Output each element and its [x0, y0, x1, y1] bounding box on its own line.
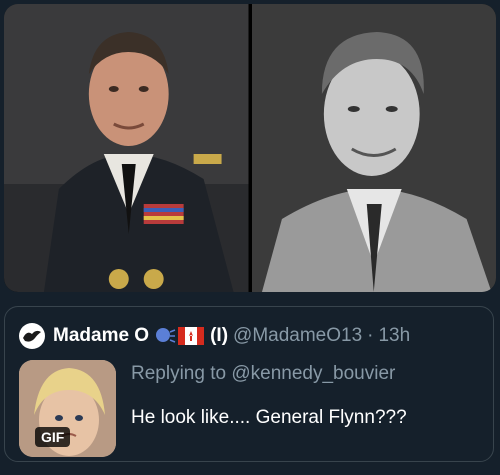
gif-badge: GIF — [35, 427, 71, 447]
author-display-name[interactable]: Madame O — [53, 325, 149, 347]
quoted-tweet-text: He look like.... General Flynn??? — [131, 407, 407, 428]
tweet-time[interactable]: 13h — [378, 325, 410, 347]
tweet-media-grid — [4, 4, 496, 292]
military-officer-image — [4, 4, 249, 292]
author-handle[interactable]: @MadameO13 — [233, 325, 362, 347]
bird-icon — [23, 330, 41, 342]
canada-flag-icon — [178, 327, 205, 345]
quoted-tweet-header: Madame O (I) @MadameO13 · 13h — [19, 321, 410, 351]
right-photo[interactable] — [251, 4, 496, 292]
replying-prefix: Replying to — [131, 363, 232, 384]
separator-dot: · — [367, 325, 374, 346]
left-photo[interactable] — [4, 4, 249, 292]
replying-to-line: Replying to @kennedy_bouvier — [131, 363, 395, 385]
gif-thumbnail[interactable]: GIF — [19, 360, 116, 457]
author-avatar[interactable] — [19, 323, 45, 349]
vintage-portrait-image — [251, 4, 496, 292]
name-emoji — [154, 326, 205, 346]
quoted-tweet-card[interactable]: Madame O (I) @MadameO13 · 13h GIF Replyi… — [4, 306, 494, 462]
name-suffix: (I) — [210, 325, 229, 346]
speaking-head-icon — [156, 328, 176, 343]
replying-handle-link[interactable]: @kennedy_bouvier — [231, 363, 395, 384]
